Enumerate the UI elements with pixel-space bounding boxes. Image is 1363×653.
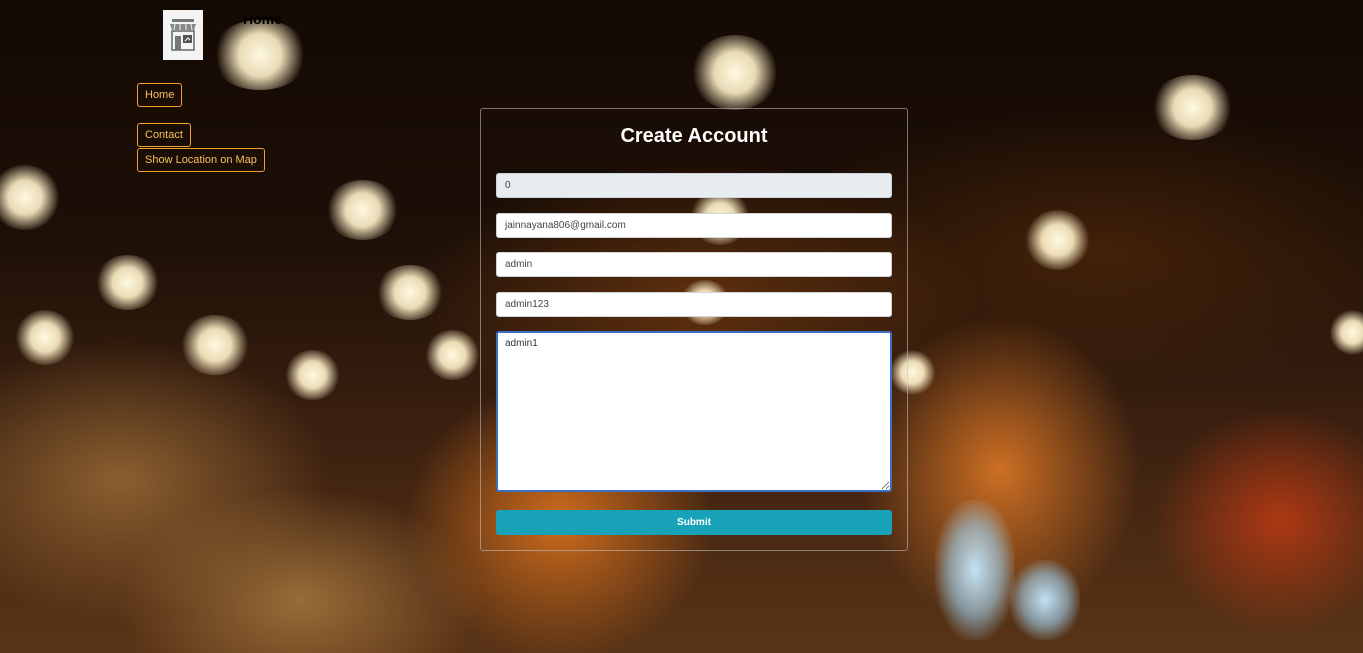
nav-contact-button[interactable]: Contact [137,123,191,147]
page: Home Home Contact Show Location on Map C… [0,0,1363,653]
details-textarea[interactable]: admin1 [496,331,892,492]
nav-home-button[interactable]: Home [137,83,183,107]
submit-button[interactable]: Submit [496,510,892,535]
form-title: Create Account [620,125,768,147]
nav-map-button[interactable]: Show Location on Map [137,148,265,172]
brand-title[interactable]: Home [243,11,282,27]
email-field[interactable] [496,213,892,238]
create-account-form: Create Account admin1 Submit [480,108,908,551]
id-field[interactable] [496,173,892,198]
password-field[interactable] [496,292,892,317]
store-logo[interactable] [163,10,203,60]
storefront-icon [170,19,196,51]
username-field[interactable] [496,252,892,277]
